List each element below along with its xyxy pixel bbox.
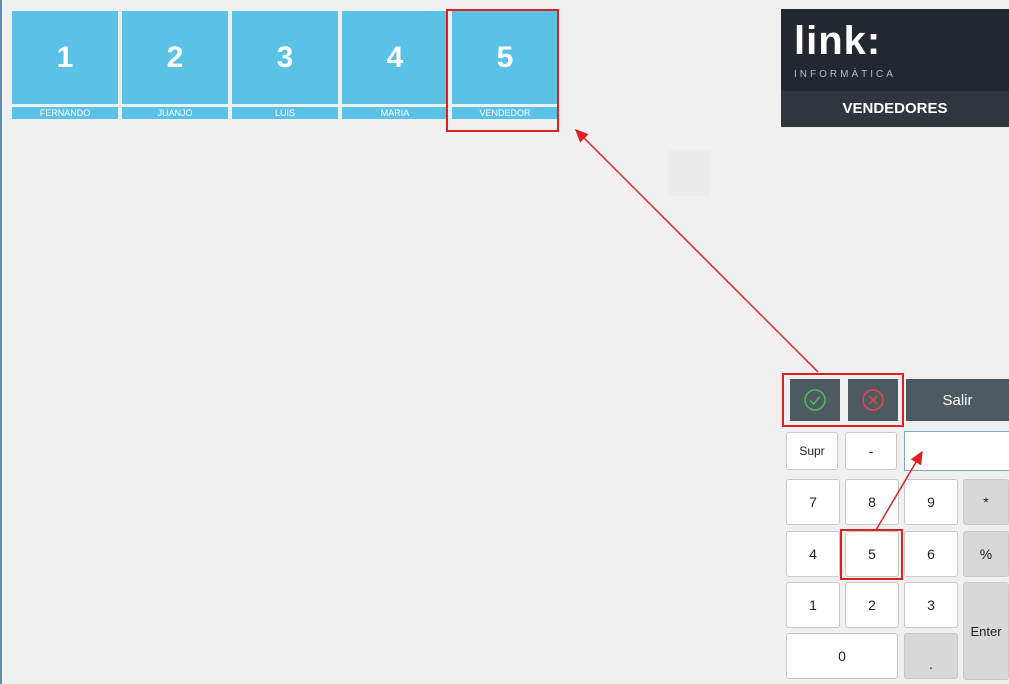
annotation-arrow-actions-to-tile bbox=[574, 128, 819, 373]
annotation-arrows bbox=[574, 128, 923, 531]
annotation-arrow-key-to-entry bbox=[875, 450, 923, 531]
